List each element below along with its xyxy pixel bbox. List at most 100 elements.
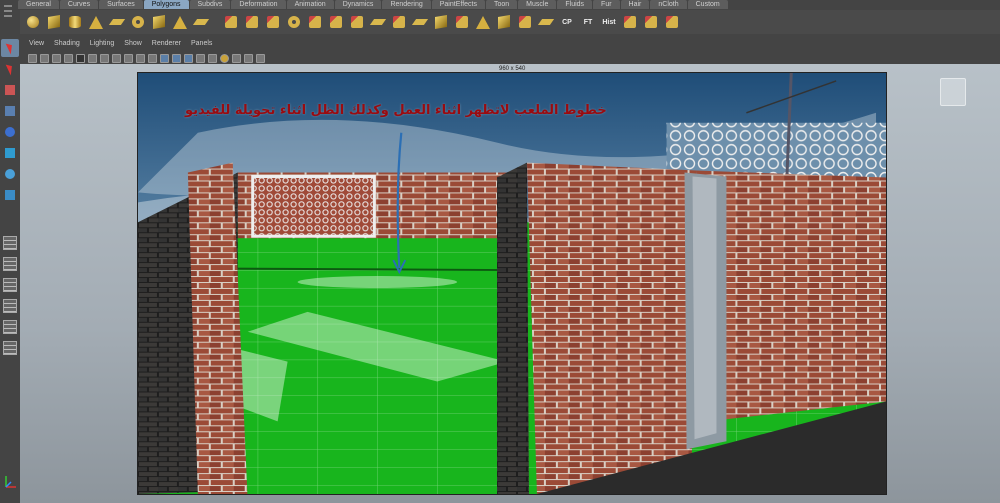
shelf-tab-hair[interactable]: Hair — [620, 0, 650, 9]
layout-hypershade-button[interactable] — [1, 339, 19, 357]
soft-mod-button[interactable] — [1, 186, 19, 204]
shelf-tab-muscle[interactable]: Muscle — [518, 0, 557, 9]
mirror-cut-icon[interactable] — [390, 13, 408, 31]
shelf-grip-handle[interactable] — [2, 2, 14, 30]
universal-manip-button[interactable] — [1, 165, 19, 183]
paint-tool-icon[interactable] — [642, 13, 660, 31]
xray-icon[interactable] — [232, 53, 241, 63]
uv-editor-icon[interactable] — [621, 13, 639, 31]
shelf-tab-polygons[interactable]: Polygons — [143, 0, 189, 9]
field-chart-icon[interactable] — [124, 53, 133, 63]
move-icon — [5, 106, 15, 116]
camera-attributes-icon[interactable] — [40, 53, 49, 63]
boolean-union-icon[interactable] — [306, 13, 324, 31]
bridge-icon[interactable] — [432, 13, 450, 31]
poly-torus-icon[interactable] — [129, 13, 147, 31]
right-wall-front — [526, 162, 697, 494]
extrude-icon[interactable] — [411, 13, 429, 31]
panel-menu-lighting[interactable]: Lighting — [90, 40, 115, 50]
poly-plane-icon[interactable] — [108, 13, 126, 31]
gate-mask-icon[interactable] — [112, 53, 121, 63]
grid-toggle-icon[interactable] — [76, 53, 85, 63]
isolate-select-icon[interactable] — [244, 53, 253, 63]
combine-icon[interactable] — [222, 13, 240, 31]
wireframe-on-shaded-icon[interactable] — [184, 53, 193, 63]
back-goal — [251, 175, 376, 238]
resolution-gate-icon[interactable] — [100, 53, 109, 63]
delete-history-icon[interactable]: Hist — [600, 13, 618, 31]
layout-outliner-button[interactable] — [1, 297, 19, 315]
boolean-difference-icon[interactable] — [327, 13, 345, 31]
use-all-lights-icon[interactable] — [208, 53, 217, 63]
bookmark-icon[interactable] — [52, 53, 61, 63]
view-cube-icon[interactable] — [940, 78, 966, 106]
layout-single-button[interactable] — [1, 234, 19, 252]
rotate-tool-button[interactable] — [1, 123, 19, 141]
offset-edge-loop-icon[interactable] — [516, 13, 534, 31]
lasso-tool-button[interactable] — [1, 60, 19, 78]
safe-title-icon[interactable] — [148, 53, 157, 63]
center-pivot-icon[interactable]: CP — [558, 13, 576, 31]
shelf-tab-surfaces[interactable]: Surfaces — [99, 0, 143, 9]
shelf-tab-rendering[interactable]: Rendering — [382, 0, 431, 9]
layout-graph-button[interactable] — [1, 318, 19, 336]
bevel-icon[interactable] — [537, 13, 555, 31]
shelf-tab-custom[interactable]: Custom — [687, 0, 728, 9]
shadows-icon[interactable] — [220, 53, 229, 63]
move-tool-button[interactable] — [1, 102, 19, 120]
safe-action-icon[interactable] — [136, 53, 145, 63]
poly-sphere-icon[interactable] — [24, 13, 42, 31]
split-polygon-icon[interactable] — [474, 13, 492, 31]
panel-menu-panels[interactable]: Panels — [191, 40, 212, 50]
shelf-tab-ncloth[interactable]: nCloth — [650, 0, 687, 9]
toolbox — [0, 36, 20, 503]
camera-select-icon[interactable] — [28, 53, 37, 63]
poly-prism-icon[interactable] — [150, 13, 168, 31]
shelf-tab-fur[interactable]: Fur — [593, 0, 620, 9]
image-plane-icon[interactable] — [64, 53, 73, 63]
panel-menu-renderer[interactable]: Renderer — [152, 40, 181, 50]
soft-mod-icon — [5, 190, 15, 200]
separate-icon[interactable] — [243, 13, 261, 31]
poly-pipe-icon[interactable] — [192, 13, 210, 31]
sculpt-tool-icon[interactable] — [663, 13, 681, 31]
shelf-tab-subdivs[interactable]: Subdivs — [189, 0, 231, 9]
hud-toggle-icon[interactable] — [256, 53, 265, 63]
shelf-tab-painteffects[interactable]: PaintEffects — [431, 0, 485, 9]
poly-cylinder-icon[interactable] — [66, 13, 84, 31]
shelf-tab-deformation[interactable]: Deformation — [231, 0, 286, 9]
poly-cube-icon[interactable] — [45, 13, 63, 31]
shelf-tab-general[interactable]: General — [18, 0, 59, 9]
resolution-gate: خطوط الملعب لاتظهر اثناء العمل وكذلك الظ… — [137, 72, 887, 495]
shelf-tab-curves[interactable]: Curves — [59, 0, 99, 9]
panel-menu-bar: View Shading Lighting Show Renderer Panels — [29, 40, 212, 50]
right-wall-end — [497, 162, 529, 494]
freeze-transforms-icon[interactable]: FT — [579, 13, 597, 31]
extract-icon[interactable] — [264, 13, 282, 31]
shelf-tab-toon[interactable]: Toon — [485, 0, 518, 9]
mirror-geometry-icon[interactable] — [369, 13, 387, 31]
shelf-tab-dynamics[interactable]: Dynamics — [334, 0, 382, 9]
shelf-tab-fluids[interactable]: Fluids — [557, 0, 593, 9]
insert-edge-loop-icon[interactable] — [495, 13, 513, 31]
panel-menu-view[interactable]: View — [29, 40, 44, 50]
append-polygon-icon[interactable] — [453, 13, 471, 31]
poly-cone-icon[interactable] — [87, 13, 105, 31]
select-tool-button[interactable] — [1, 39, 19, 57]
panel-menu-shading[interactable]: Shading — [54, 40, 80, 50]
poly-pyramid-icon[interactable] — [171, 13, 189, 31]
panel-menu-show[interactable]: Show — [124, 40, 142, 50]
textured-icon[interactable] — [196, 53, 205, 63]
shelf-tab-animation[interactable]: Animation — [286, 0, 334, 9]
smooth-icon[interactable] — [285, 13, 303, 31]
smooth-shade-icon[interactable] — [172, 53, 181, 63]
film-gate-icon[interactable] — [88, 53, 97, 63]
wireframe-icon[interactable] — [160, 53, 169, 63]
boolean-intersection-icon[interactable] — [348, 13, 366, 31]
layout-four-button[interactable] — [1, 255, 19, 273]
paint-select-tool-button[interactable] — [1, 81, 19, 99]
layout-side-button[interactable] — [1, 276, 19, 294]
scale-tool-button[interactable] — [1, 144, 19, 162]
shelf-icon-bar: CP FT Hist — [20, 10, 1000, 34]
perspective-viewport[interactable]: 960 x 540 خطوط الملعب لاتظهر اثناء العمل… — [20, 64, 1000, 503]
